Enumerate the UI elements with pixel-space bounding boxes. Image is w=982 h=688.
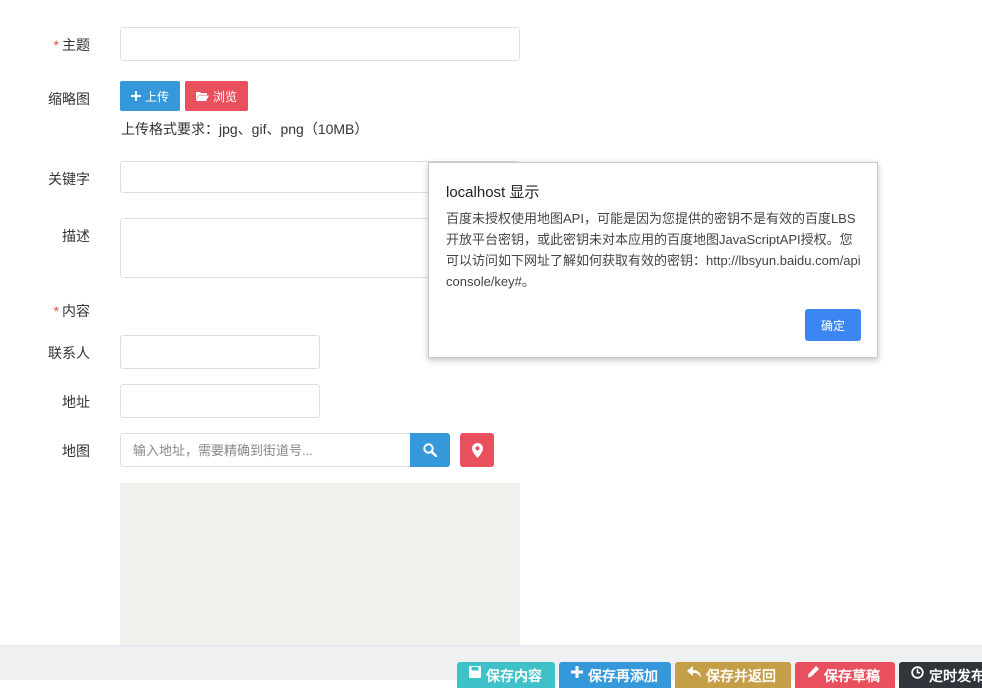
- pencil-icon: [807, 666, 819, 678]
- map-search-button[interactable]: [410, 433, 450, 467]
- search-icon: [423, 443, 437, 457]
- dialog-ok-button[interactable]: 确定: [805, 309, 861, 341]
- save-and-add-button[interactable]: 保存再添加: [559, 662, 671, 688]
- scheduled-publish-button[interactable]: 定时发布: [899, 662, 982, 688]
- upload-format-hint: 上传格式要求：jpg、gif、png（10MB）: [121, 121, 369, 137]
- dialog-message: 百度未授权使用地图API，可能是因为您提供的密钥不是有效的百度LBS开放平台密钥…: [446, 211, 861, 289]
- map-canvas[interactable]: [120, 483, 520, 653]
- map-marker-icon: [471, 442, 483, 458]
- alert-dialog: localhost 显示 百度未授权使用地图API，可能是因为您提供的密钥不是有…: [428, 162, 878, 358]
- keywords-label: 关键字: [48, 171, 90, 187]
- browse-button[interactable]: 浏览: [185, 81, 248, 111]
- address-input[interactable]: [120, 384, 320, 418]
- required-mark: *: [53, 303, 59, 319]
- description-label: 描述: [62, 228, 90, 244]
- plus-icon: [571, 666, 583, 678]
- footer-action-bar: 保存内容 保存再添加 保存并返回 保存草稿 定时发布: [0, 645, 982, 688]
- contact-label: 联系人: [48, 345, 90, 361]
- return-icon: [687, 666, 701, 678]
- save-icon: [469, 666, 481, 678]
- map-label: 地图: [62, 443, 90, 459]
- save-draft-button[interactable]: 保存草稿: [795, 662, 895, 688]
- clock-icon: [911, 666, 924, 679]
- plus-icon: [130, 91, 141, 101]
- save-and-return-button[interactable]: 保存并返回: [675, 662, 791, 688]
- address-label: 地址: [62, 394, 90, 410]
- required-mark: *: [53, 37, 59, 53]
- folder-open-icon: [195, 91, 209, 101]
- dialog-title: localhost 显示: [446, 184, 540, 201]
- thumbnail-label: 缩略图: [48, 91, 90, 107]
- contact-input[interactable]: [120, 335, 320, 369]
- save-content-button[interactable]: 保存内容: [457, 662, 555, 688]
- upload-button[interactable]: 上传: [120, 81, 180, 111]
- subject-label: * 主题: [53, 37, 90, 53]
- subject-input[interactable]: [120, 27, 520, 61]
- map-search-input[interactable]: [120, 433, 410, 467]
- content-label: * 内容: [53, 303, 90, 319]
- map-locate-button[interactable]: [460, 433, 494, 467]
